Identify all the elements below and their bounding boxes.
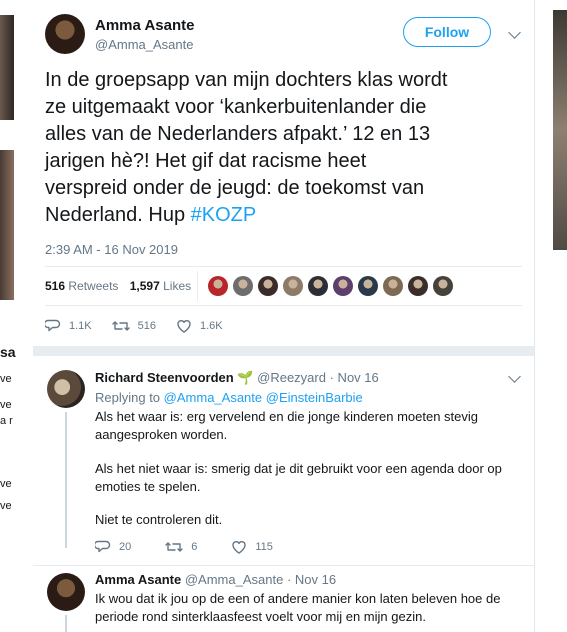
liker-avatars bbox=[208, 276, 458, 296]
reply-icon bbox=[45, 319, 61, 332]
reply-text: Ik wou dat ik jou op de een of andere ma… bbox=[95, 591, 501, 624]
avatar[interactable] bbox=[47, 370, 85, 408]
retweet-button[interactable]: 516 bbox=[111, 318, 156, 334]
reply-author-handle[interactable]: @Reezyard bbox=[257, 370, 326, 385]
reply-actions: 20 6 115 bbox=[95, 539, 301, 555]
chevron-down-icon[interactable] bbox=[508, 26, 521, 39]
reply-date[interactable]: · Nov 16 bbox=[330, 370, 379, 385]
reply-button[interactable]: 1.1K bbox=[45, 318, 92, 334]
reply-date[interactable]: · Nov 16 bbox=[287, 572, 336, 587]
emoji: 🌱 bbox=[237, 370, 254, 385]
liker-avatar[interactable] bbox=[358, 276, 378, 296]
avatar[interactable] bbox=[47, 573, 85, 611]
heart-icon bbox=[232, 541, 247, 554]
background-text: ve bbox=[0, 399, 12, 411]
tweet-modal: Amma Asante @Amma_Asante Follow In de gr… bbox=[33, 0, 534, 632]
background-right bbox=[534, 0, 567, 632]
retweet-icon bbox=[165, 542, 183, 552]
mention-link[interactable]: @Amma_Asante @EinsteinBarbie bbox=[164, 390, 363, 405]
divider bbox=[33, 565, 534, 566]
liker-avatar[interactable] bbox=[433, 276, 453, 296]
author-name[interactable]: Amma Asante bbox=[95, 17, 194, 34]
divider bbox=[45, 266, 522, 267]
reply-text: Als het niet waar is: smerig dat je dit … bbox=[95, 461, 502, 494]
likes-stat[interactable]: 1,597 Likes bbox=[130, 279, 191, 293]
retweets-stat[interactable]: 516 Retweets bbox=[45, 279, 118, 293]
reply-text: Als het waar is: erg vervelend en die jo… bbox=[95, 409, 478, 442]
background-photo bbox=[0, 150, 14, 300]
liker-avatar[interactable] bbox=[208, 276, 228, 296]
reply-button[interactable]: 20 bbox=[95, 539, 131, 555]
follow-button[interactable]: Follow bbox=[403, 17, 491, 47]
tweet-text: In de groepsapp van mijn dochters klas w… bbox=[45, 69, 448, 226]
avatar[interactable] bbox=[45, 14, 85, 54]
reply-header: Richard Steenvoorden 🌱 @Reezyard · Nov 1… bbox=[95, 370, 379, 386]
liker-avatar[interactable] bbox=[283, 276, 303, 296]
retweet-button[interactable]: 6 bbox=[165, 539, 197, 555]
background-text: ve bbox=[0, 500, 12, 512]
tweet-timestamp[interactable]: 2:39 AM - 16 Nov 2019 bbox=[45, 242, 178, 257]
liker-avatar[interactable] bbox=[233, 276, 253, 296]
like-button[interactable]: 115 bbox=[231, 539, 273, 555]
author-handle[interactable]: @Amma_Asante bbox=[95, 37, 193, 52]
liker-avatar[interactable] bbox=[258, 276, 278, 296]
reply-author-handle[interactable]: @Amma_Asante bbox=[185, 572, 283, 587]
tweet-stats: 516 Retweets 1,597 Likes bbox=[45, 279, 199, 293]
background-text: ve bbox=[0, 478, 12, 490]
background-text: a r bbox=[0, 415, 13, 427]
divider bbox=[33, 346, 534, 356]
background-text: ve bbox=[0, 373, 12, 385]
liker-avatar[interactable] bbox=[308, 276, 328, 296]
like-button[interactable]: 1.6K bbox=[176, 318, 223, 334]
thread-line bbox=[65, 412, 67, 548]
tweet-actions: 1.1K 516 1.6K bbox=[45, 318, 251, 334]
hashtag-link[interactable]: #KOZP bbox=[191, 204, 257, 226]
heart-icon bbox=[177, 320, 191, 333]
liker-avatar[interactable] bbox=[408, 276, 428, 296]
thread-line bbox=[65, 615, 67, 632]
background-photo bbox=[553, 10, 567, 250]
reply-author-name[interactable]: Richard Steenvoorden bbox=[95, 370, 234, 385]
divider bbox=[197, 271, 198, 301]
reply-icon bbox=[95, 540, 111, 553]
liker-avatar[interactable] bbox=[333, 276, 353, 296]
chevron-down-icon[interactable] bbox=[508, 370, 521, 383]
background-photo bbox=[0, 15, 14, 120]
reply-text: Niet te controleren dit. bbox=[95, 512, 223, 527]
replying-to: Replying to @Amma_Asante @EinsteinBarbie bbox=[95, 390, 363, 405]
reply-author-name[interactable]: Amma Asante bbox=[95, 572, 181, 587]
reply-header: Amma Asante @Amma_Asante · Nov 16 bbox=[95, 572, 336, 587]
divider bbox=[45, 305, 522, 306]
liker-avatar[interactable] bbox=[383, 276, 403, 296]
background-left: sa ve ve a r ve ve bbox=[0, 0, 33, 632]
background-text: sa bbox=[0, 344, 16, 360]
retweet-icon bbox=[111, 321, 130, 331]
